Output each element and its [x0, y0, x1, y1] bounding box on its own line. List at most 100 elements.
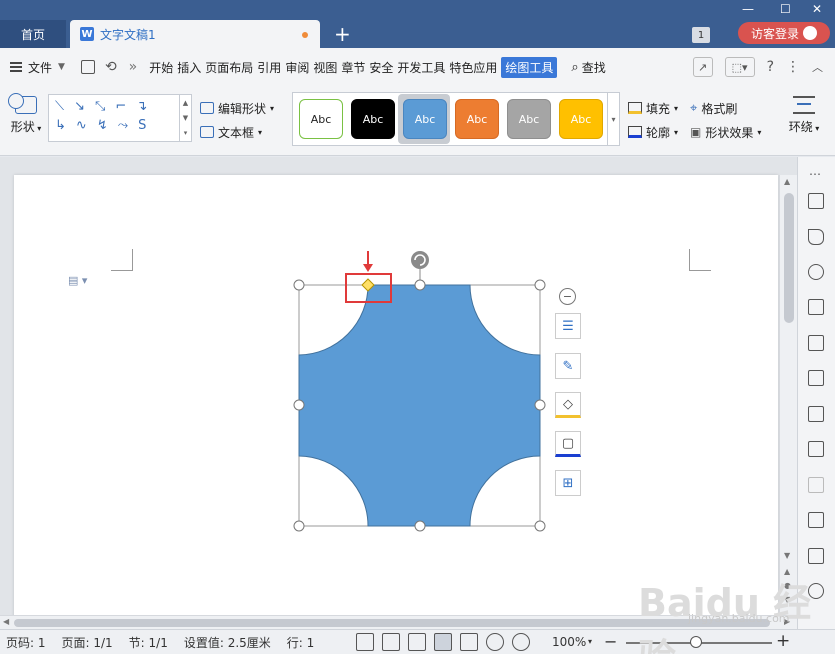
ribbon-tabs: 开始 插入 页面布局 引用 审阅 视图 章节 安全 开发工具 特色应用 绘图工具: [147, 56, 558, 78]
shapes-panel-icon[interactable]: [808, 264, 824, 280]
web-view-icon[interactable]: [486, 633, 504, 651]
scroll-down-icon[interactable]: ▼: [784, 551, 790, 560]
wrap-text-button[interactable]: 环绕 ▾: [780, 96, 828, 135]
scroll-left-icon[interactable]: ◀: [3, 617, 9, 626]
archive-icon[interactable]: [808, 512, 824, 528]
chevron-down-icon: ▾: [674, 103, 679, 113]
fill-button[interactable]: 填充 ▾: [628, 100, 678, 117]
curved-connector-icon[interactable]: ∿: [76, 118, 87, 133]
sync-icon[interactable]: ⬚▾: [724, 57, 755, 77]
share-icon[interactable]: ↗: [692, 57, 713, 77]
shape-outline-icon[interactable]: ▢: [555, 431, 581, 457]
image-panel-icon[interactable]: [808, 406, 824, 422]
pen-icon[interactable]: [808, 193, 824, 209]
select-cursor-icon[interactable]: [808, 229, 824, 245]
table-icon[interactable]: [808, 335, 824, 351]
close-window-icon[interactable]: ✕: [812, 2, 822, 16]
vertical-scroll-thumb[interactable]: [784, 193, 794, 323]
text-box-button[interactable]: 文本框 ▾: [200, 120, 274, 144]
search-button[interactable]: ⌕ 查找: [571, 59, 605, 76]
shape-style-brush-icon[interactable]: ✎: [555, 353, 581, 379]
elbow-double-arrow-icon[interactable]: ↳: [55, 118, 66, 133]
outline-button[interactable]: 轮廓 ▾: [628, 124, 678, 141]
share-panel-icon[interactable]: [808, 441, 824, 457]
new-tab-button[interactable]: +: [334, 24, 351, 44]
more-commands-icon[interactable]: »: [129, 59, 138, 75]
tab-view[interactable]: 视图: [311, 57, 339, 78]
file-menu-button[interactable]: 文件 ▼: [10, 59, 65, 76]
maximize-icon[interactable]: ☐: [780, 2, 791, 16]
style-swatch[interactable]: Abc: [299, 99, 343, 139]
tab-developer[interactable]: 开发工具: [395, 57, 447, 78]
double-arrow-line-icon[interactable]: ⤡: [95, 99, 105, 114]
format-painter-quick-icon[interactable]: ⟲: [105, 59, 117, 75]
more-shape-options-icon[interactable]: ⊞: [555, 470, 581, 496]
page-view-icon[interactable]: [434, 633, 452, 651]
tab-reference[interactable]: 引用: [255, 57, 283, 78]
tab-review[interactable]: 审阅: [283, 57, 311, 78]
tab-chapter[interactable]: 章节: [339, 57, 367, 78]
format-painter-button[interactable]: ⌖ 格式刷: [690, 100, 737, 117]
elbow-arrow-connector-icon[interactable]: ↴: [136, 99, 147, 114]
status-page: 页面: 1/1: [61, 635, 113, 650]
full-screen-icon[interactable]: [356, 633, 374, 651]
line-shape-gallery[interactable]: ⟍ ↘ ⤡ ⌐ ↴ ↳ ∿ ↯ ⤳ S ▲ ▼ ▾: [48, 94, 192, 142]
reading-view-icon[interactable]: [382, 633, 400, 651]
settings-sliders-icon[interactable]: [808, 370, 824, 386]
curved-arrow-connector-icon[interactable]: ↯: [97, 118, 108, 133]
visitor-login-button[interactable]: 访客登录: [738, 22, 830, 44]
scroll-down-icon[interactable]: ▼: [183, 114, 188, 122]
text-box-icon: [200, 126, 214, 138]
elbow-connector-icon[interactable]: ⌐: [115, 99, 126, 114]
edit-shape-button[interactable]: 编辑形状 ▾: [200, 96, 274, 120]
tab-page-layout[interactable]: 页面布局: [203, 57, 255, 78]
arrow-line-icon[interactable]: ↘: [74, 99, 85, 114]
style-swatch[interactable]: Abc: [403, 99, 447, 139]
curved-double-arrow-icon[interactable]: ⤳: [118, 118, 128, 133]
tab-security[interactable]: 安全: [367, 57, 395, 78]
eye-protection-icon[interactable]: [512, 633, 530, 651]
expand-gallery-icon[interactable]: ▾: [184, 129, 188, 137]
save-icon[interactable]: [80, 60, 95, 74]
scroll-up-icon[interactable]: ▲: [784, 177, 790, 186]
shape-canvas[interactable]: [290, 245, 600, 540]
outline-view-icon[interactable]: [460, 633, 478, 651]
expand-gallery-icon[interactable]: ▾: [607, 93, 619, 145]
tab-home[interactable]: 首页: [0, 20, 66, 48]
vertical-scrollbar[interactable]: ▲ ▼ ▲ ● ▼: [779, 175, 797, 615]
layout-options-icon[interactable]: ☰: [555, 313, 581, 339]
help-icon[interactable]: ?: [767, 59, 774, 75]
tab-start[interactable]: 开始: [147, 57, 175, 78]
tab-insert[interactable]: 插入: [175, 57, 203, 78]
tab-document[interactable]: W 文字文稿1: [70, 20, 320, 48]
zoom-out-icon[interactable]: −: [604, 632, 617, 651]
scroll-up-icon[interactable]: ▲: [183, 99, 188, 107]
write-mode-icon[interactable]: [408, 633, 426, 651]
chevron-down-icon[interactable]: ▾: [588, 637, 592, 646]
style-swatch[interactable]: Abc: [455, 99, 499, 139]
edit-shape-icon: [200, 102, 214, 114]
collapse-toolbar-icon[interactable]: −: [559, 288, 576, 305]
style-icon[interactable]: [808, 299, 824, 315]
tab-special[interactable]: 特色应用: [447, 57, 499, 78]
zoom-level[interactable]: 100%: [552, 635, 586, 649]
shape-button[interactable]: 形状 ▾: [6, 93, 46, 135]
shape-effect-button[interactable]: ▣ 形状效果 ▾: [690, 124, 761, 141]
collapse-ribbon-icon[interactable]: ︿: [812, 59, 823, 75]
gallery-scroll[interactable]: ▲ ▼ ▾: [179, 95, 191, 141]
tab-drawing-tools[interactable]: 绘图工具: [501, 56, 558, 78]
curve-icon[interactable]: S: [138, 118, 146, 133]
minimize-icon[interactable]: —: [742, 2, 754, 16]
style-swatch[interactable]: Abc: [507, 99, 551, 139]
ribbon: 形状 ▾ ⟍ ↘ ⤡ ⌐ ↴ ↳ ∿ ↯ ⤳ S ▲ ▼ ▾ 编辑形状 ▾ 文本…: [0, 86, 835, 156]
picture-icon[interactable]: [808, 548, 824, 564]
plaque-shape: [298, 284, 541, 527]
page-count-badge[interactable]: 1: [692, 27, 710, 43]
line-icon[interactable]: ⟍: [55, 99, 64, 114]
more-icon[interactable]: ⋯: [809, 167, 821, 181]
document-nav-icon[interactable]: ▤ ▾: [68, 274, 87, 287]
style-swatch[interactable]: Abc: [351, 99, 395, 139]
style-swatch[interactable]: Abc: [559, 99, 603, 139]
more-options-icon[interactable]: ⋮: [786, 59, 800, 75]
shape-fill-icon[interactable]: ◇: [555, 392, 581, 418]
